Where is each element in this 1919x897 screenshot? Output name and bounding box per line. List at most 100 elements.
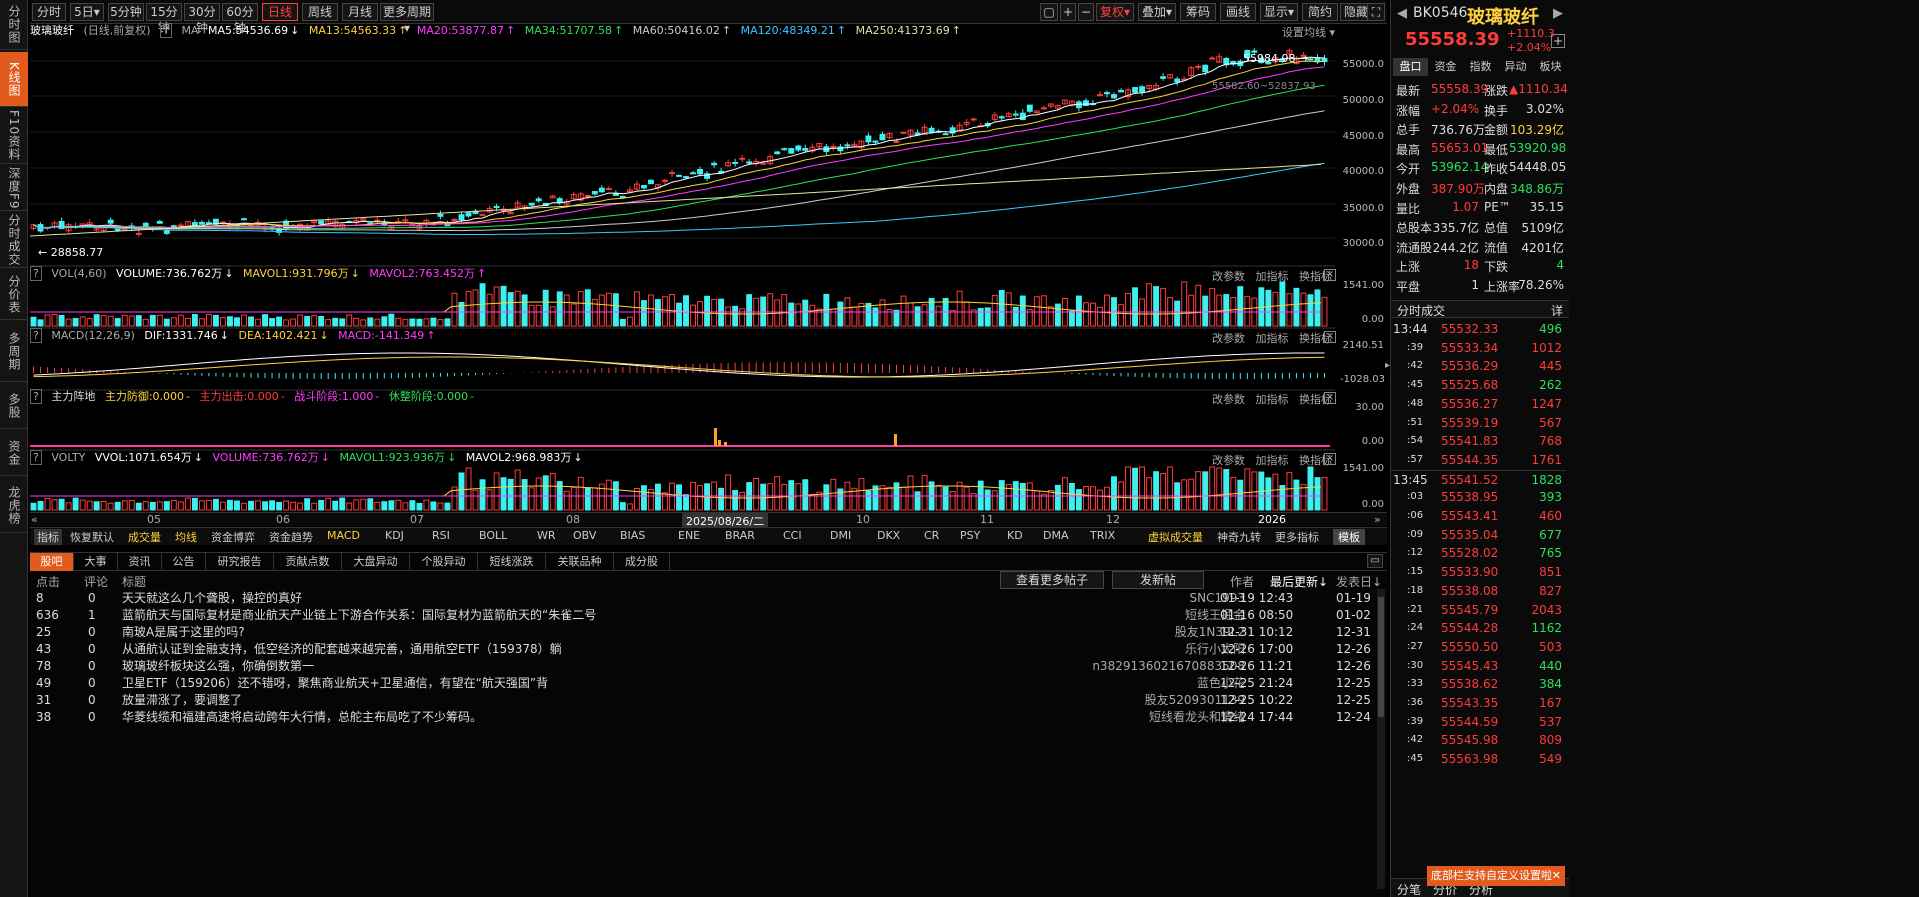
indicator-tab[interactable]: 虚拟成交量 — [1148, 529, 1203, 545]
help-icon[interactable]: ? — [160, 23, 172, 38]
vtab-kline[interactable]: K线图 — [0, 52, 28, 107]
indicator-tab[interactable]: BIAS — [620, 529, 645, 542]
news-row[interactable]: 25 0 南玻A是属于这里的吗? 股友1N39L2 12-31 10:12 12-31 — [30, 624, 1375, 641]
vtab-dragon-tiger[interactable]: 龙虎榜 — [0, 478, 28, 533]
vtab-f9[interactable]: 深度F9 — [0, 166, 28, 211]
indicator-tab[interactable]: 指标 — [34, 529, 62, 545]
indicator-tab[interactable]: ENE — [678, 529, 700, 542]
indicator-tab[interactable]: 神奇九转 — [1217, 529, 1261, 545]
vtab-price-table[interactable]: 分价表 — [0, 270, 28, 320]
news-tab[interactable]: 资讯 — [118, 553, 162, 571]
help-icon[interactable]: ? — [30, 389, 42, 404]
add-indicator-button[interactable]: 加指标 — [1256, 332, 1289, 345]
indicator-tab[interactable]: DKX — [877, 529, 900, 542]
add-indicator-button[interactable]: 加指标 — [1256, 454, 1289, 467]
quote-tab[interactable]: 资金 — [1428, 58, 1463, 76]
vtab-f10[interactable]: F10资料 — [0, 109, 28, 164]
indicator-tab[interactable]: TRIX — [1090, 529, 1115, 542]
news-row[interactable]: 78 0 玻璃玻纤板块这么强，你确倒数第一 n3829136021670883508 1… — [30, 658, 1375, 675]
period-5min[interactable]: 5分钟 — [108, 3, 144, 21]
news-tab[interactable]: 公告 — [162, 553, 206, 571]
news-scrollbar[interactable] — [1377, 589, 1385, 889]
vtab-multi-period[interactable]: 多周期 — [0, 322, 28, 382]
indicator-tab[interactable]: DMA — [1043, 529, 1069, 542]
indicator-tab[interactable]: CR — [924, 529, 939, 542]
news-row[interactable]: 636 1 蓝箭航天与国际复材是商业航天产业链上下游合作关系：国际复材为蓝箭航天的“… — [30, 607, 1375, 624]
indicator-tab[interactable]: BRAR — [725, 529, 755, 542]
vtab-trades[interactable]: 分时成交 — [0, 213, 28, 268]
quote-tab[interactable]: 板块 — [1533, 58, 1568, 76]
indicator-tab[interactable]: KDJ — [385, 529, 404, 542]
period-5day[interactable]: 5日▾ — [70, 3, 104, 21]
vtab-fund[interactable]: 资金 — [0, 431, 28, 476]
indicator-tab[interactable]: OBV — [573, 529, 596, 542]
period-60min[interactable]: 60分钟 — [222, 3, 258, 35]
indicator-tab[interactable]: 资金趋势 — [269, 529, 313, 545]
news-tab[interactable]: 贡献点数 — [274, 553, 342, 571]
x-axis-bar[interactable]: « 05 06 07 08 2025/08/26/二 10 11 12 2026… — [30, 512, 1387, 529]
indicator-tab[interactable]: 恢复默认 — [70, 529, 114, 545]
edit-params-button[interactable]: 改参数 — [1212, 332, 1245, 345]
help-icon[interactable]: ? — [30, 450, 42, 465]
indicator-tab[interactable]: 模板 — [1333, 529, 1365, 545]
indicator-tab[interactable]: KD — [1007, 529, 1023, 542]
close-icon[interactable]: × — [1324, 331, 1336, 343]
fullscreen-icon[interactable]: ⛶ — [1367, 3, 1385, 21]
period-30min[interactable]: 30分钟 — [184, 3, 220, 35]
quote-tab[interactable]: 异动 — [1498, 58, 1533, 76]
vtab-multi-stock[interactable]: 多股 — [0, 384, 28, 429]
splitter-handle-icon[interactable]: ▸ — [1385, 360, 1390, 380]
trades-detail-button[interactable]: 详 — [1551, 302, 1563, 319]
news-row[interactable]: 38 0 华菱线缆和福建高速将启动跨年大行情，总舵主布局吃了不少筹码。 短线看龙头和情… — [30, 709, 1375, 726]
news-title[interactable]: 卫星ETF（159206）还不错呀，聚焦商业航天+卫星通信，有望在“航天强国”背 — [122, 675, 548, 692]
col-last-update[interactable]: 最后更新↓ — [1270, 573, 1328, 590]
adjust-button[interactable]: 复权▾ — [1096, 3, 1134, 21]
edit-params-button[interactable]: 改参数 — [1212, 393, 1245, 406]
trades-bottom-tab[interactable]: 分笔 — [1397, 881, 1421, 897]
indicator-tab[interactable]: 资金博弈 — [211, 529, 255, 545]
next-stock-icon[interactable]: ▶ — [1553, 6, 1563, 21]
display-button[interactable]: 显示▾ — [1260, 3, 1298, 21]
news-tab[interactable]: 短线涨跌 — [478, 553, 546, 571]
scroll-left-icon[interactable]: « — [31, 513, 38, 526]
indicator-tab[interactable]: RSI — [432, 529, 450, 542]
news-title[interactable]: 放量滞涨了，要调整了 — [122, 692, 242, 709]
indicator-tab[interactable]: BOLL — [479, 529, 507, 542]
prev-stock-icon[interactable]: ◀ — [1397, 6, 1407, 21]
add-indicator-button[interactable]: 加指标 — [1256, 393, 1289, 406]
col-post-date[interactable]: 发表日↓ — [1336, 573, 1382, 590]
news-tab[interactable]: 个股异动 — [410, 553, 478, 571]
collapse-icon[interactable]: ▭ — [1367, 554, 1383, 568]
news-row[interactable]: 49 0 卫星ETF（159206）还不错呀，聚焦商业航天+卫星通信，有望在“航天强… — [30, 675, 1375, 692]
close-icon[interactable]: × — [1324, 269, 1336, 281]
indicator-tab[interactable]: 成交量 — [128, 529, 161, 545]
layout-icon[interactable]: ▢ — [1040, 3, 1058, 21]
quote-tab[interactable]: 指数 — [1463, 58, 1498, 76]
news-tab[interactable]: 大盘异动 — [342, 553, 410, 571]
news-title[interactable]: 华菱线缆和福建高速将启动跨年大行情，总舵主布局吃了不少筹码。 — [122, 709, 482, 726]
news-title[interactable]: 天天就这么几个聋股，操控的真好 — [122, 590, 302, 607]
add-indicator-button[interactable]: 加指标 — [1256, 270, 1289, 283]
overlay-button[interactable]: 叠加▾ — [1138, 3, 1176, 21]
period-daily[interactable]: 日线 — [262, 3, 298, 21]
indicator-tab[interactable]: CCI — [783, 529, 802, 542]
zoom-out-icon[interactable]: − — [1078, 3, 1094, 21]
period-15min[interactable]: 15分钟 — [146, 3, 182, 35]
view-more-posts-button[interactable]: 查看更多帖子 — [1000, 571, 1104, 589]
period-timeshare[interactable]: 分时 — [32, 3, 66, 21]
news-tab[interactable]: 关联品种 — [546, 553, 614, 571]
edit-params-button[interactable]: 改参数 — [1212, 270, 1245, 283]
period-more[interactable]: 更多周期▾ — [380, 3, 434, 35]
period-weekly[interactable]: 周线 — [302, 3, 338, 21]
indicator-tab[interactable]: 均线 — [175, 529, 197, 545]
chips-button[interactable]: 筹码 — [1180, 3, 1216, 21]
news-tab[interactable]: 成分股 — [614, 553, 670, 571]
scroll-thumb[interactable] — [1378, 597, 1384, 717]
indicator-tab[interactable]: DMI — [830, 529, 851, 542]
quote-tab[interactable]: 盘口 — [1393, 58, 1428, 76]
indicator-tab[interactable]: 更多指标 — [1275, 529, 1319, 545]
help-icon[interactable]: ? — [30, 328, 42, 343]
news-tab[interactable]: 股吧 — [30, 553, 74, 571]
edit-params-button[interactable]: 改参数 — [1212, 454, 1245, 467]
close-icon[interactable]: × — [1324, 453, 1336, 465]
